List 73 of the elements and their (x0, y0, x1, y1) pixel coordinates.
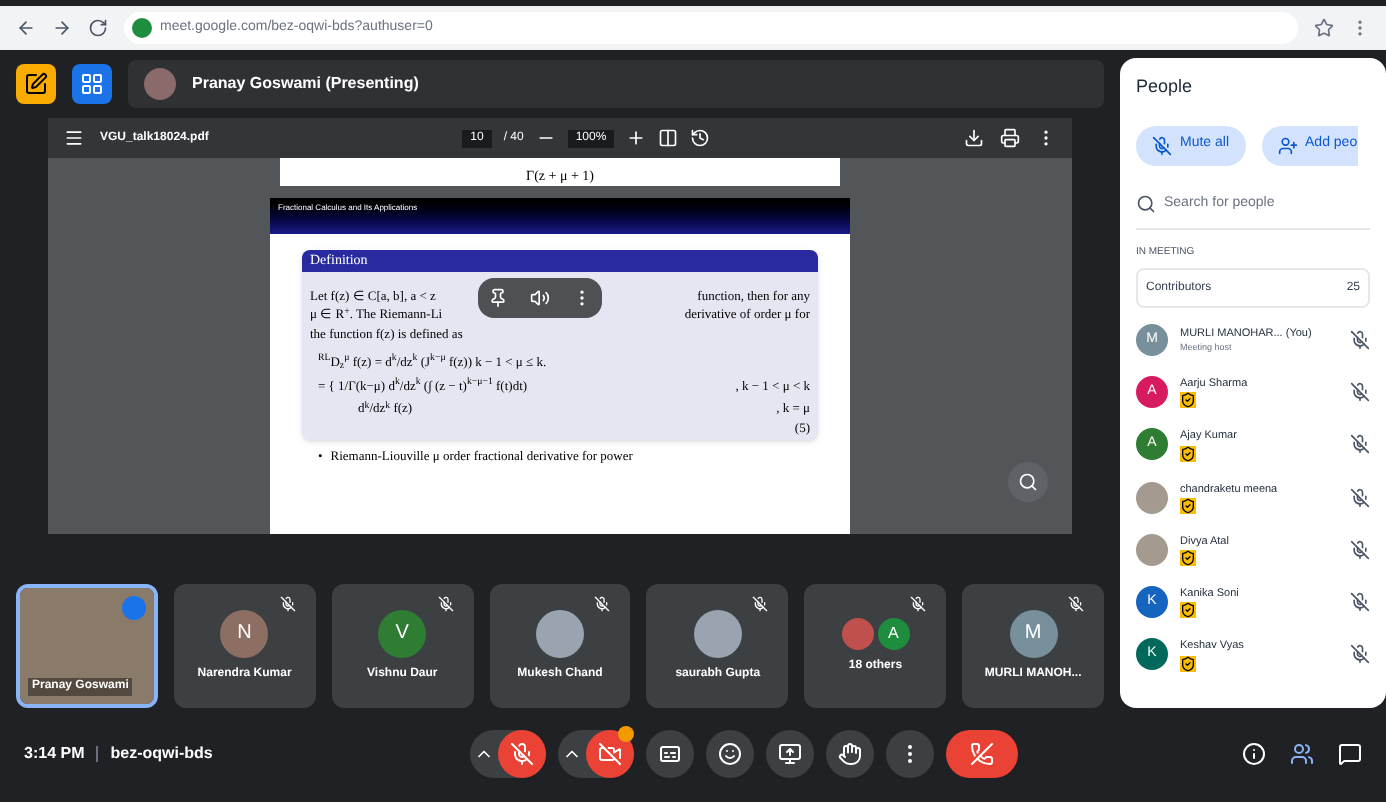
download-icon[interactable] (964, 128, 984, 148)
more-button[interactable] (885, 730, 934, 778)
avatar-photo (693, 609, 742, 657)
meeting-time: 3:14 PM (24, 742, 85, 766)
mic-off-icon (752, 596, 769, 612)
avatar: A (877, 617, 910, 649)
mic-off-icon (1350, 539, 1370, 560)
screen-share-icon (777, 742, 802, 766)
app-icon[interactable] (72, 64, 112, 104)
avatar-photo (841, 617, 874, 649)
mic-off-icon (1350, 487, 1370, 508)
mic-off-icon (1350, 382, 1370, 403)
mic-off-icon (594, 596, 611, 612)
zoom-button[interactable] (1008, 462, 1048, 502)
add-person-icon (1277, 135, 1298, 155)
chat-icon[interactable] (1338, 742, 1362, 766)
panel-title: People (1136, 74, 1195, 100)
avatar-photo (1136, 533, 1168, 566)
camera-button[interactable] (585, 730, 634, 778)
mic-off-icon (1068, 596, 1085, 612)
forward-icon[interactable] (52, 18, 72, 38)
captions-button[interactable] (645, 730, 694, 778)
mic-off-icon (910, 596, 927, 612)
fit-page-icon[interactable] (658, 128, 679, 148)
badge-icon (1180, 445, 1196, 461)
mic-off-icon (509, 742, 534, 766)
volume-icon[interactable] (529, 288, 550, 308)
people-icon[interactable] (1290, 742, 1314, 766)
reload-icon[interactable] (88, 18, 108, 38)
grid-icon (80, 72, 104, 96)
video-placeholder (20, 588, 154, 704)
pen-icon (24, 72, 48, 96)
avatar: N (220, 609, 269, 657)
mic-off-icon (1350, 330, 1370, 350)
end-call-button[interactable] (945, 730, 1018, 778)
avatar: V (378, 609, 427, 657)
mic-off-icon (1350, 644, 1370, 665)
badge-icon (1180, 392, 1196, 409)
app-icon[interactable] (16, 64, 56, 104)
camera-off-icon (597, 742, 622, 766)
info-icon[interactable] (1242, 742, 1266, 766)
avatar-photo (536, 609, 584, 657)
print-icon[interactable] (1000, 128, 1020, 148)
star-icon[interactable] (1314, 18, 1334, 38)
avatar-photo (144, 68, 176, 100)
badge-icon (1180, 602, 1196, 619)
mic-off-icon (1152, 135, 1172, 155)
zoom-in-icon[interactable] (626, 128, 647, 148)
avatar-photo (1136, 481, 1168, 514)
rotate-icon[interactable] (690, 128, 711, 148)
phone-icon (969, 742, 994, 766)
mic-off-icon (437, 596, 454, 612)
mic-off-icon (1350, 434, 1370, 455)
raise-hand-button[interactable] (825, 730, 874, 778)
presenter-label: Pranay Goswami (Presenting) (192, 72, 419, 96)
mic-off-icon (1350, 592, 1370, 613)
mic-button[interactable] (497, 730, 546, 778)
badge-icon (1180, 655, 1196, 671)
back-icon[interactable] (16, 18, 36, 38)
search-icon (1018, 472, 1038, 492)
emoji-button[interactable] (705, 730, 754, 778)
search-icon (1136, 194, 1156, 214)
mic-off-icon (279, 596, 296, 612)
captions-icon (657, 742, 682, 766)
badge-icon (1180, 497, 1196, 514)
smiley-icon (717, 742, 742, 766)
site-icon (132, 18, 152, 38)
badge-icon (1180, 550, 1196, 566)
present-button[interactable] (765, 730, 814, 778)
menu-icon[interactable] (64, 128, 84, 148)
hand-icon (837, 742, 862, 766)
meeting-code: bez-oqwi-bds (110, 742, 213, 766)
avatar: M (1009, 609, 1058, 657)
